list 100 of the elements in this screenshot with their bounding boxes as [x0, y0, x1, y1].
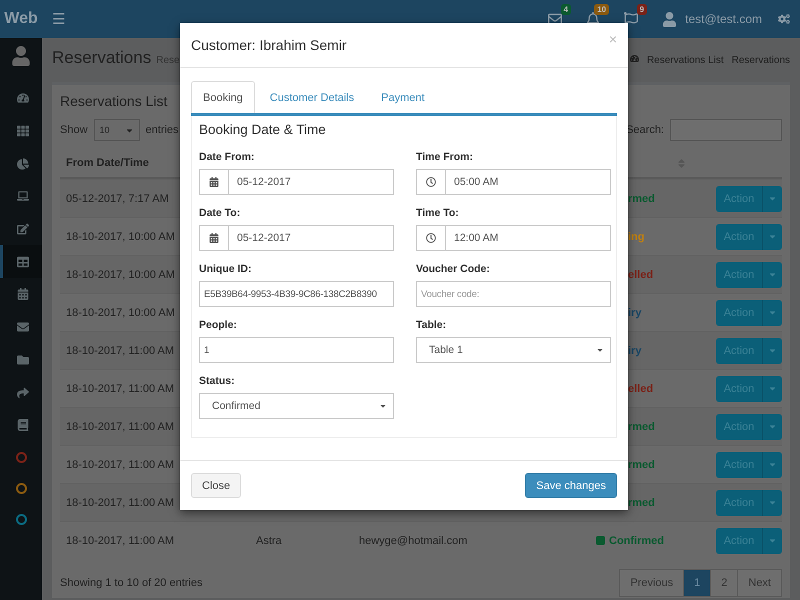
- table-cell: 18-10-2017, 10:00 AM: [66, 268, 175, 280]
- field-label: Date From:: [199, 151, 254, 163]
- gauge-icon: [16, 92, 28, 104]
- table-cell: Astra: [256, 534, 282, 546]
- status-label: elled: [628, 382, 654, 394]
- table-cell: 18-10-2017, 10:00 AM: [66, 230, 175, 242]
- status-label: elled: [628, 268, 654, 280]
- caret-icon: [379, 402, 387, 410]
- table-cell: 18-10-2017, 11:00 AM: [66, 458, 174, 470]
- field-label: Status:: [199, 375, 235, 387]
- dropdown-toggle[interactable]: [762, 262, 782, 288]
- field-label: Voucher Code:: [416, 263, 490, 275]
- save-button[interactable]: Save changes: [525, 473, 617, 498]
- field-label: Unique ID:: [199, 263, 252, 275]
- table-cell: 18-10-2017, 11:00 AM: [66, 496, 174, 508]
- status-label: rmed: [628, 458, 655, 470]
- dropdown-toggle[interactable]: [762, 224, 782, 250]
- table-cell: 18-10-2017, 11:00 AM: [66, 420, 174, 432]
- time-field[interactable]: 05:00 AM: [416, 169, 611, 195]
- dropdown-toggle[interactable]: [762, 338, 782, 364]
- tab[interactable]: Booking: [191, 81, 255, 113]
- table-cell: 18-10-2017, 11:00 AM: [66, 382, 174, 394]
- status-label: rmed: [628, 496, 655, 508]
- count-badge: 9: [636, 4, 648, 15]
- table-cell: 18-10-2017, 10:00 AM: [66, 306, 175, 318]
- modal-title: Customer: Ibrahim Semir: [191, 37, 347, 53]
- gauge-icon: [630, 54, 639, 63]
- count-badge: 10: [594, 4, 610, 15]
- dropdown-toggle[interactable]: [762, 300, 782, 326]
- table-cell: 05-12-2017, 7:17 AM: [66, 192, 169, 204]
- menu-toggle[interactable]: ☰: [52, 10, 65, 28]
- dropdown-toggle[interactable]: [762, 186, 782, 212]
- close-button[interactable]: ×: [608, 31, 617, 47]
- envelope-icon: [16, 321, 28, 334]
- input-field[interactable]: E5B39B64-9953-4B39-9C86-138C2B8390: [199, 281, 394, 307]
- ring-icon[interactable]: [16, 514, 26, 525]
- table-info: Showing 1 to 10 of 20 entries: [60, 577, 202, 589]
- status-label: rmed: [628, 420, 655, 432]
- dropdown-toggle[interactable]: [762, 490, 782, 516]
- user-name[interactable]: test@test.com: [685, 12, 762, 26]
- field-label: Time From:: [416, 151, 473, 163]
- pagination-button[interactable]: Previous: [619, 569, 684, 597]
- flag-icon[interactable]: [624, 12, 638, 26]
- user-avatar-icon[interactable]: [662, 12, 678, 26]
- count-badge: 4: [560, 4, 572, 15]
- status-label: iry: [628, 306, 642, 318]
- breadcrumb-link[interactable]: Reservations List: [646, 55, 724, 66]
- dropdown-toggle[interactable]: [762, 452, 782, 478]
- status-label: ing: [628, 230, 644, 242]
- date-field[interactable]: 05-12-2017: [199, 225, 394, 251]
- pie-chart-icon: [16, 158, 28, 170]
- settings-icon[interactable]: [778, 13, 790, 25]
- date-field[interactable]: 05-12-2017: [199, 169, 394, 195]
- pagination-button[interactable]: 2: [710, 569, 738, 597]
- dropdown-toggle[interactable]: [762, 376, 782, 402]
- input-field[interactable]: 1: [199, 337, 394, 363]
- calendar-icon: [16, 288, 28, 300]
- status-label: Confirmed: [609, 534, 664, 546]
- pagination-button[interactable]: 1: [683, 569, 712, 597]
- status-label: rmed: [628, 192, 655, 204]
- calendar-icon: [209, 177, 219, 187]
- search-label: Search:: [626, 124, 664, 136]
- table-cell: 18-10-2017, 11:00 AM: [66, 344, 174, 356]
- share-arrow-icon: [16, 386, 28, 399]
- field-label: People:: [199, 319, 237, 331]
- search-field[interactable]: [670, 119, 782, 141]
- dropdown-toggle[interactable]: [762, 528, 782, 554]
- select-field[interactable]: Table 1: [416, 337, 611, 363]
- caret-icon: [596, 346, 604, 354]
- book-icon: [16, 419, 28, 432]
- folder-icon: [16, 354, 28, 366]
- show-label: Show: [60, 124, 88, 136]
- section-title: Booking Date & Time: [199, 122, 327, 137]
- select-field[interactable]: Confirmed: [199, 393, 394, 419]
- edit-icon: [16, 223, 28, 236]
- entries-label: entries: [146, 124, 179, 136]
- clock-icon: [426, 177, 436, 187]
- table-cell: hewyge@hotmail.com: [359, 534, 468, 546]
- table-icon: [16, 256, 28, 268]
- pagination-button[interactable]: Next: [737, 569, 782, 597]
- ring-icon[interactable]: [16, 482, 26, 494]
- status-label: iry: [628, 344, 642, 356]
- sidebar-item[interactable]: [0, 245, 42, 278]
- clock-icon: [426, 233, 436, 243]
- close-button[interactable]: Close: [191, 473, 242, 498]
- dropdown-toggle[interactable]: [762, 414, 782, 440]
- box-title: Reservations List: [60, 92, 168, 111]
- field-label: Time To:: [416, 207, 459, 219]
- ring-icon[interactable]: [16, 452, 26, 463]
- user-avatar-icon: [11, 46, 31, 66]
- grid-icon: [16, 125, 28, 138]
- table-cell: 18-10-2017, 11:00 AM: [66, 534, 174, 546]
- calendar-icon: [209, 233, 219, 243]
- time-field[interactable]: 12:00 AM: [416, 225, 611, 251]
- page-title: Reservations: [52, 48, 152, 68]
- logo[interactable]: Web: [0, 10, 42, 28]
- column-header[interactable]: From Date/Time: [66, 157, 149, 169]
- page-size-select[interactable]: 10: [94, 119, 140, 141]
- breadcrumb-link[interactable]: Reservations: [732, 55, 790, 66]
- input-field[interactable]: Voucher code:: [416, 281, 611, 307]
